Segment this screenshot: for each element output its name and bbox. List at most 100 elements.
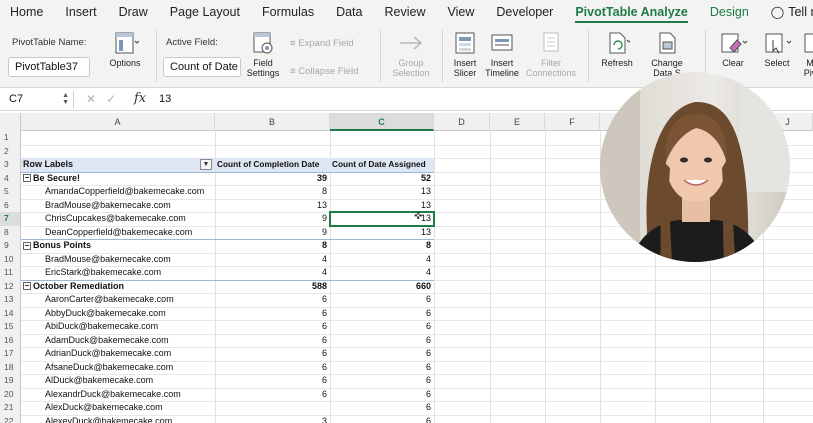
row-header-14[interactable]: 14 (0, 306, 21, 320)
pivot-row-label[interactable] (45, 131, 215, 145)
row-labels-header[interactable]: Row Labels (23, 158, 199, 172)
pivot-row-label[interactable]: DeanCopperfield@bakemecake.com (45, 226, 215, 240)
tab-formulas[interactable]: Formulas (262, 5, 314, 19)
pivot-value-cell[interactable]: 6 (215, 374, 330, 388)
pivot-value-cell[interactable]: 6 (330, 374, 434, 388)
row-header-3[interactable]: 3 (0, 158, 21, 172)
pivot-value-cell[interactable] (330, 131, 434, 145)
pivot-row-label[interactable] (45, 145, 215, 159)
pivot-value-cell[interactable]: 6 (330, 347, 434, 361)
insert-slicer-button[interactable]: Insert Slicer (448, 30, 482, 78)
pivot-value-cell[interactable]: 4 (215, 253, 330, 267)
pivot-row-label[interactable]: AlexeyDuck@bakemecake.com (45, 415, 215, 423)
tab-developer[interactable]: Developer (496, 5, 553, 19)
row-header-8[interactable]: 8 (0, 225, 21, 239)
pivot-value-header[interactable]: Count of Date Assigned (330, 158, 434, 172)
filter-connections-button[interactable]: Filter Connections (522, 30, 580, 78)
pivot-value-cell[interactable]: 8 (215, 185, 330, 199)
column-header-b[interactable]: B (215, 113, 330, 131)
pivot-value-cell[interactable]: 4 (330, 253, 434, 267)
pivot-row-label[interactable]: AbiDuck@bakemecake.com (45, 320, 215, 334)
pivot-value-cell[interactable]: 4 (215, 266, 330, 280)
row-header-12[interactable]: 12 (0, 279, 21, 293)
expand-field-button[interactable]: ≡ Expand Field (290, 38, 354, 49)
tab-page-layout[interactable]: Page Layout (170, 5, 240, 19)
pivot-value-cell[interactable]: 6 (215, 307, 330, 321)
filter-dropdown-icon[interactable]: ▼ (200, 159, 212, 170)
row-header-7[interactable]: 7 (0, 212, 21, 226)
formula-input[interactable]: 13 (159, 93, 171, 105)
pivot-value-cell[interactable]: 6 (330, 320, 434, 334)
pivot-value-header[interactable]: Count of Completion Date (215, 158, 330, 172)
pivot-value-cell[interactable]: 6 (330, 293, 434, 307)
select-all-corner[interactable] (0, 113, 21, 131)
pivot-value-cell[interactable]: 4 (330, 266, 434, 280)
pivot-value-cell[interactable]: 8 (330, 239, 434, 253)
column-header-e[interactable]: E (490, 113, 545, 131)
column-header-a[interactable]: A (21, 113, 215, 131)
row-header-16[interactable]: 16 (0, 333, 21, 347)
active-field-input[interactable]: Count of Date (163, 57, 241, 77)
pivot-value-cell[interactable]: 6 (330, 361, 434, 375)
select-button[interactable]: Select (756, 30, 798, 68)
tab-data[interactable]: Data (336, 5, 362, 19)
row-header-2[interactable]: 2 (0, 144, 21, 158)
cancel-icon[interactable]: ✕ (86, 92, 96, 106)
pivot-row-label[interactable]: AlexDuck@bakemecake.com (45, 401, 215, 415)
pivot-row-label[interactable]: AmandaCopperfield@bakemecake.com (45, 185, 215, 199)
pivot-value-cell[interactable]: 6 (330, 401, 434, 415)
pivot-row-label[interactable]: BradMouse@bakemecake.com (45, 199, 215, 213)
pivot-value-cell[interactable]: 13 (330, 199, 434, 213)
collapse-group-icon[interactable]: − (23, 282, 31, 291)
pivot-value-cell[interactable] (215, 401, 330, 415)
tab-insert[interactable]: Insert (65, 5, 96, 19)
pivot-value-cell[interactable]: 13 (330, 185, 434, 199)
row-header-9[interactable]: 9 (0, 239, 21, 253)
name-box[interactable]: C7 ▲ ▼ (4, 91, 74, 108)
row-header-10[interactable]: 10 (0, 252, 21, 266)
pivot-group-label[interactable]: − October Remediation (23, 280, 215, 294)
pivot-value-cell[interactable]: 39 (215, 172, 330, 186)
collapse-group-icon[interactable]: − (23, 241, 31, 250)
pivot-value-cell[interactable]: 13 (215, 199, 330, 213)
tab-pivottable-analyze[interactable]: PivotTable Analyze (575, 5, 688, 23)
check-icon[interactable]: ✓ (106, 92, 116, 106)
options-button[interactable]: Options (100, 30, 150, 68)
pivot-value-cell[interactable]: 3 (215, 415, 330, 423)
pivot-row-label[interactable]: AbbyDuck@bakemecake.com (45, 307, 215, 321)
pivot-value-cell[interactable]: 9 (215, 212, 330, 226)
collapse-field-button[interactable]: ≡ Collapse Field (290, 66, 358, 77)
tab-draw[interactable]: Draw (119, 5, 148, 19)
group-selection-button[interactable]: Group Selection (385, 30, 437, 78)
pivot-group-label[interactable]: − Bonus Points (23, 239, 215, 253)
pivot-value-cell[interactable]: 6 (215, 334, 330, 348)
pivot-row-label[interactable]: ChrisCupcakes@bakemecake.com (45, 212, 215, 226)
tell-me[interactable]: ◯Tell me (771, 5, 813, 19)
pivot-value-cell[interactable]: 6 (330, 388, 434, 402)
tab-design[interactable]: Design (710, 5, 749, 19)
pivot-value-cell[interactable]: 6 (215, 388, 330, 402)
pivot-row-label[interactable]: AaronCarter@bakemecake.com (45, 293, 215, 307)
pivot-value-cell[interactable]: 660 (330, 280, 434, 294)
row-header-18[interactable]: 18 (0, 360, 21, 374)
pivot-value-cell[interactable]: 6 (330, 415, 434, 423)
row-header-11[interactable]: 11 (0, 266, 21, 280)
insert-timeline-button[interactable]: Insert Timeline (482, 30, 522, 78)
pivot-value-cell[interactable] (215, 145, 330, 159)
pivot-value-cell[interactable] (215, 131, 330, 145)
pivot-value-cell[interactable]: 13 (330, 226, 434, 240)
collapse-group-icon[interactable]: − (23, 174, 31, 183)
refresh-button[interactable]: Refresh (596, 30, 638, 68)
pivot-row-label[interactable]: AdrianDuck@bakemecake.com (45, 347, 215, 361)
row-header-4[interactable]: 4 (0, 171, 21, 185)
pivot-row-label[interactable]: AlDuck@bakemecake.com (45, 374, 215, 388)
pivot-value-cell[interactable]: 9 (215, 226, 330, 240)
row-header-1[interactable]: 1 (0, 131, 21, 145)
tab-view[interactable]: View (447, 5, 474, 19)
row-header-17[interactable]: 17 (0, 347, 21, 361)
row-header-6[interactable]: 6 (0, 198, 21, 212)
pivot-value-cell[interactable]: 588 (215, 280, 330, 294)
column-header-f[interactable]: F (545, 113, 600, 131)
clear-button[interactable]: Clear (712, 30, 754, 68)
pivot-value-cell[interactable]: 6 (215, 320, 330, 334)
